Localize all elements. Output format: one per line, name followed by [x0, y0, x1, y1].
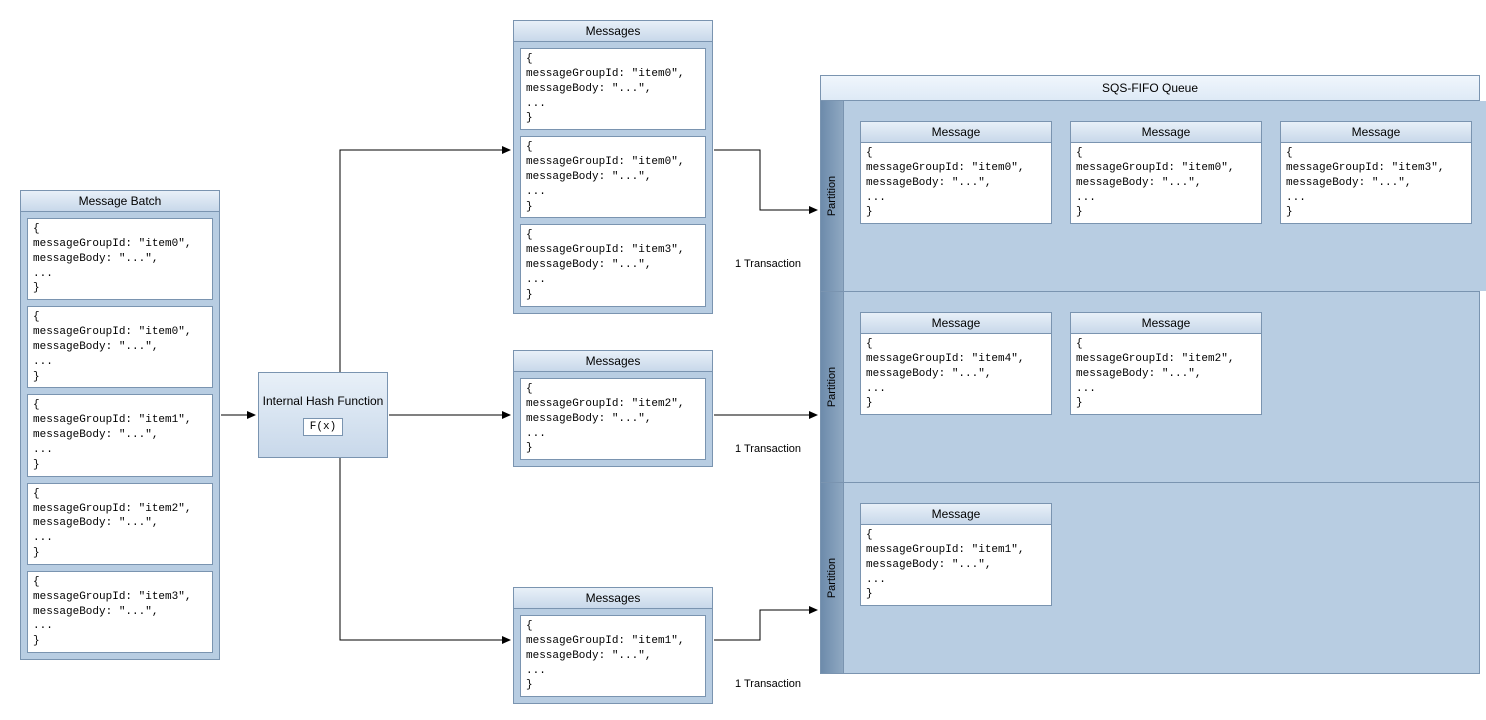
group-message-item: { messageGroupId: "item0", messageBody: … [520, 48, 706, 130]
group-message-item: { messageGroupId: "item3", messageBody: … [520, 224, 706, 306]
queue-message: Message { messageGroupId: "item0", messa… [860, 121, 1052, 224]
queue-message-body: { messageGroupId: "item4", messageBody: … [861, 334, 1051, 414]
queue-message: Message { messageGroupId: "item1", messa… [860, 503, 1052, 606]
queue-message: Message { messageGroupId: "item2", messa… [1070, 312, 1262, 415]
transaction-label-0: 1 Transaction [735, 258, 801, 270]
message-batch-item: { messageGroupId: "item0", messageBody: … [27, 218, 213, 300]
partition-tab: Partition [821, 101, 844, 291]
messages-group-2: Messages { messageGroupId: "item1", mess… [513, 587, 713, 704]
messages-group-1: Messages { messageGroupId: "item2", mess… [513, 350, 713, 467]
queue-message-title: Message [861, 313, 1051, 334]
transaction-label-2: 1 Transaction [735, 678, 801, 690]
message-batch-container: Message Batch { messageGroupId: "item0",… [20, 190, 220, 660]
queue-message-body: { messageGroupId: "item0", messageBody: … [861, 143, 1051, 223]
queue-message-body: { messageGroupId: "item3", messageBody: … [1281, 143, 1471, 223]
queue-message: Message { messageGroupId: "item0", messa… [1070, 121, 1262, 224]
partition-label: Partition [826, 558, 838, 598]
group-message-item: { messageGroupId: "item2", messageBody: … [520, 378, 706, 460]
transaction-label-1: 1 Transaction [735, 443, 801, 455]
queue-message-title: Message [1071, 313, 1261, 334]
messages-group-title: Messages [514, 588, 712, 609]
queue-message-body: { messageGroupId: "item1", messageBody: … [861, 525, 1051, 605]
group-message-item: { messageGroupId: "item1", messageBody: … [520, 615, 706, 697]
hash-function-label: Internal Hash Function [263, 394, 384, 408]
queue-message-title: Message [861, 504, 1051, 525]
queue-message: Message { messageGroupId: "item4", messa… [860, 312, 1052, 415]
hash-function-fx: F(x) [303, 418, 343, 436]
messages-group-0: Messages { messageGroupId: "item0", mess… [513, 20, 713, 314]
partition-row-0: Partition Message { messageGroupId: "ite… [821, 101, 1479, 291]
message-batch-title: Message Batch [21, 191, 219, 212]
partition-tab: Partition [821, 292, 844, 482]
queue-message-body: { messageGroupId: "item0", messageBody: … [1071, 143, 1261, 223]
queue-message-title: Message [1281, 122, 1471, 143]
sqs-fifo-queue-title: SQS-FIFO Queue [821, 76, 1479, 101]
partition-label: Partition [826, 367, 838, 407]
partition-row-2: Partition Message { messageGroupId: "ite… [821, 482, 1479, 673]
queue-message: Message { messageGroupId: "item3", messa… [1280, 121, 1472, 224]
messages-group-title: Messages [514, 351, 712, 372]
group-message-item: { messageGroupId: "item0", messageBody: … [520, 136, 706, 218]
message-batch-item: { messageGroupId: "item1", messageBody: … [27, 394, 213, 476]
partition-tab: Partition [821, 483, 844, 673]
hash-function-box: Internal Hash Function F(x) [258, 372, 388, 458]
queue-message-title: Message [1071, 122, 1261, 143]
message-batch-item: { messageGroupId: "item2", messageBody: … [27, 483, 213, 565]
partition-label: Partition [826, 176, 838, 216]
queue-message-body: { messageGroupId: "item2", messageBody: … [1071, 334, 1261, 414]
messages-group-title: Messages [514, 21, 712, 42]
message-batch-item: { messageGroupId: "item3", messageBody: … [27, 571, 213, 653]
partition-row-1: Partition Message { messageGroupId: "ite… [821, 291, 1479, 482]
message-batch-item: { messageGroupId: "item0", messageBody: … [27, 306, 213, 388]
sqs-fifo-queue-container: SQS-FIFO Queue Partition Message { messa… [820, 75, 1480, 674]
queue-message-title: Message [861, 122, 1051, 143]
